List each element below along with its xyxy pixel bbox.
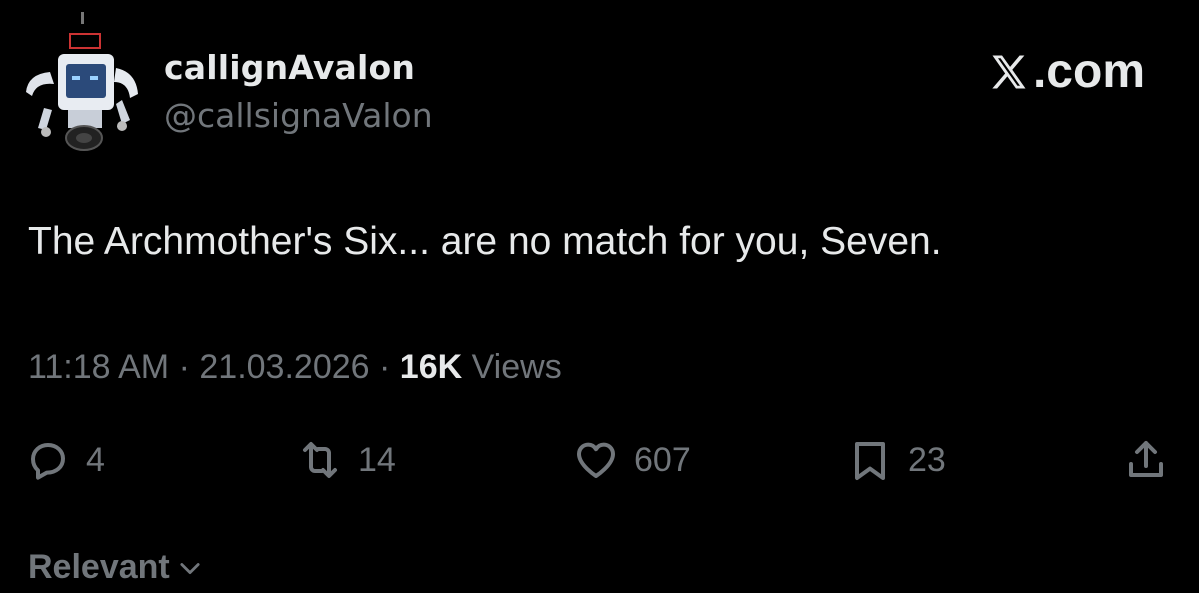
action-bar: 4 14 607 23 bbox=[0, 432, 1199, 492]
meta-separator: · bbox=[379, 348, 391, 386]
avatar[interactable] bbox=[18, 12, 148, 152]
share-icon bbox=[1129, 441, 1163, 477]
like-button[interactable]: 607 bbox=[572, 432, 691, 488]
author-handle[interactable]: @callsignaValon bbox=[164, 96, 433, 135]
tweet-meta: 11:18 AM · 21.03.2026 · 16K Views bbox=[28, 348, 562, 387]
brand-domain-label: .com bbox=[1032, 45, 1145, 98]
views-label[interactable]: Views bbox=[472, 348, 562, 386]
repost-count: 14 bbox=[358, 440, 396, 479]
bookmark-button[interactable]: 23 bbox=[846, 432, 946, 488]
repost-icon bbox=[303, 442, 337, 478]
tweet-date[interactable]: 21.03.2026 bbox=[199, 348, 369, 386]
views-count[interactable]: 16K bbox=[400, 348, 462, 386]
reply-sort-dropdown[interactable]: Relevant bbox=[28, 548, 204, 587]
bookmark-icon bbox=[855, 442, 885, 480]
tweet-text: The Archmother's Six... are no match for… bbox=[28, 220, 942, 263]
reply-icon bbox=[31, 443, 65, 480]
tweet-time[interactable]: 11:18 AM bbox=[28, 348, 169, 386]
author-display-name[interactable]: callignAvalon bbox=[164, 48, 415, 87]
chevron-down-icon bbox=[180, 562, 200, 574]
reply-sort-label: Relevant bbox=[28, 548, 170, 586]
robot-avatar-image bbox=[26, 12, 138, 151]
bookmark-count: 23 bbox=[908, 440, 946, 479]
x-logo-icon bbox=[992, 55, 1026, 88]
reply-button[interactable]: 4 bbox=[24, 432, 105, 488]
like-count: 607 bbox=[634, 440, 691, 479]
meta-separator: · bbox=[178, 348, 190, 386]
brand-watermark: .com bbox=[987, 44, 1145, 99]
heart-icon bbox=[577, 442, 615, 478]
repost-button[interactable]: 14 bbox=[296, 432, 396, 488]
share-button[interactable] bbox=[1122, 432, 1170, 488]
reply-count: 4 bbox=[86, 440, 105, 479]
